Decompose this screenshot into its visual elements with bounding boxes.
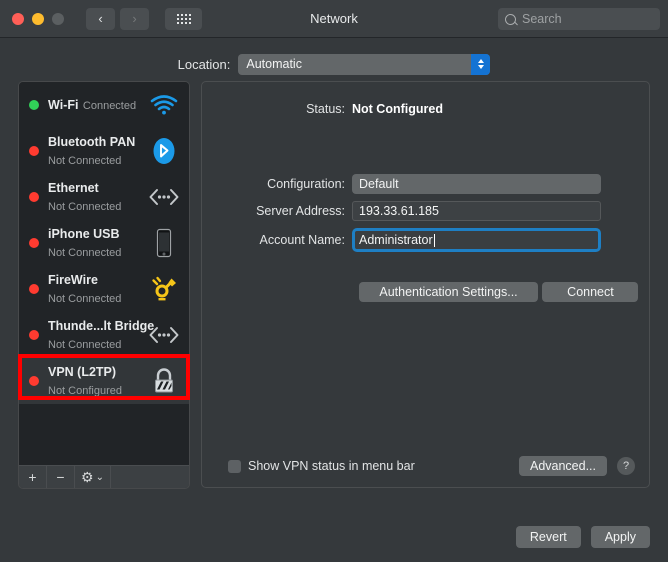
remove-service-button[interactable]: − <box>47 466 75 488</box>
ethernet-icon <box>147 180 181 214</box>
account-name-value: Administrator <box>359 233 433 247</box>
status-value: Not Configured <box>352 102 443 116</box>
service-name: iPhone USB <box>48 227 120 241</box>
revert-button[interactable]: Revert <box>515 526 581 548</box>
advanced-button[interactable]: Advanced... <box>518 456 607 476</box>
authentication-settings-button[interactable]: Authentication Settings... <box>359 282 538 302</box>
service-name: Bluetooth PAN <box>48 135 136 149</box>
service-list[interactable]: Wi-Fi Connected Bluetooth PAN Not Connec… <box>19 82 189 465</box>
help-button[interactable]: ? <box>617 457 635 475</box>
location-label: Location: <box>177 56 231 72</box>
title-bar: ‹ › Network Search <box>0 0 668 38</box>
service-item-vpn-l2tp[interactable]: VPN (L2TP) Not Configured <box>19 358 189 404</box>
configuration-row: Configuration: Default <box>202 174 649 194</box>
server-address-row: Server Address: 193.33.61.185 <box>202 201 649 221</box>
service-status: Not Connected <box>48 339 122 351</box>
service-status: Not Connected <box>48 247 122 259</box>
service-item-firewire[interactable]: FireWire Not Connected <box>19 266 189 312</box>
panel-bottom-row: Show VPN status in menu bar Advanced... … <box>202 456 649 476</box>
search-field[interactable]: Search <box>498 8 660 30</box>
service-item-wifi[interactable]: Wi-Fi Connected <box>19 82 189 128</box>
location-selected-value: Automatic <box>246 57 302 71</box>
status-indicator <box>29 284 39 294</box>
back-button[interactable]: ‹ <box>86 7 115 30</box>
minimize-button[interactable] <box>32 12 44 25</box>
configuration-label: Configuration: <box>267 177 345 191</box>
toolbar-filler <box>111 466 189 488</box>
status-indicator <box>29 330 39 340</box>
status-label: Status: <box>306 102 345 116</box>
service-actions-button[interactable]: ⚙ ⌄ <box>75 466 111 488</box>
apply-button[interactable]: Apply <box>590 526 650 548</box>
server-address-value: 193.33.61.185 <box>359 204 439 218</box>
zoom-button[interactable] <box>52 12 64 25</box>
add-service-button[interactable]: + <box>19 466 47 488</box>
status-indicator <box>29 376 39 386</box>
network-preferences-window: ‹ › Network Search Location: Automatic W… <box>0 0 668 562</box>
service-status: Connected <box>82 100 137 112</box>
status-row: Status: Not Configured <box>202 102 649 116</box>
lock-icon <box>147 364 181 398</box>
account-name-input[interactable]: Administrator <box>352 228 601 252</box>
service-item-iphone-usb[interactable]: iPhone USB Not Connected <box>19 220 189 266</box>
content-area: Wi-Fi Connected Bluetooth PAN Not Connec… <box>0 81 668 489</box>
close-button[interactable] <box>12 12 24 25</box>
window-controls <box>12 12 64 25</box>
chevron-down-icon: ⌄ <box>95 471 104 483</box>
service-name: Ethernet <box>48 181 99 195</box>
service-name: Thunde...lt Bridge <box>48 319 155 333</box>
status-indicator <box>29 100 39 110</box>
text-caret <box>433 233 435 247</box>
forward-button[interactable]: › <box>120 7 149 30</box>
show-vpn-status-checkbox-row[interactable]: Show VPN status in menu bar <box>228 459 415 473</box>
iphone-icon <box>147 226 181 260</box>
firewire-icon <box>147 272 181 306</box>
server-address-input[interactable]: 193.33.61.185 <box>352 201 601 221</box>
show-vpn-status-checkbox[interactable] <box>228 459 241 473</box>
service-item-ethernet[interactable]: Ethernet Not Connected <box>19 174 189 220</box>
service-status: Not Configured <box>48 385 122 397</box>
service-list-toolbar: + − ⚙ ⌄ <box>19 465 189 488</box>
status-indicator <box>29 192 39 202</box>
search-icon <box>505 13 516 25</box>
footer-buttons: Revert Apply <box>515 526 650 548</box>
service-status: Not Connected <box>48 155 122 167</box>
chevron-updown-icon <box>471 53 491 75</box>
service-name: Wi-Fi <box>48 98 79 112</box>
service-list-container: Wi-Fi Connected Bluetooth PAN Not Connec… <box>18 81 190 489</box>
action-buttons: Authentication Settings... Connect <box>202 274 649 302</box>
service-item-bluetooth-pan[interactable]: Bluetooth PAN Not Connected <box>19 128 189 174</box>
wifi-icon <box>147 88 181 122</box>
service-status: Not Connected <box>48 201 122 213</box>
location-row: Location: Automatic <box>0 47 668 81</box>
vpn-details-panel: Status: Not Configured Configuration: De… <box>201 81 650 488</box>
search-placeholder: Search <box>522 12 562 26</box>
show-vpn-status-label: Show VPN status in menu bar <box>248 459 415 473</box>
service-item-thunderbolt-bridge[interactable]: Thunde...lt Bridge Not Connected <box>19 312 189 358</box>
bluetooth-icon <box>147 134 181 168</box>
configuration-selected-value: Default <box>359 177 399 191</box>
account-name-row: Account Name: Administrator <box>202 228 649 252</box>
ethernet-icon <box>147 318 181 352</box>
show-all-button[interactable] <box>165 7 202 30</box>
navigation-buttons: ‹ › <box>86 7 149 30</box>
status-indicator <box>29 146 39 156</box>
panel-bottom-right: Advanced... ? <box>518 456 635 476</box>
service-name: VPN (L2TP) <box>48 365 117 379</box>
service-status: Not Connected <box>48 293 122 305</box>
status-indicator <box>29 238 39 248</box>
configuration-select[interactable]: Default <box>352 174 601 194</box>
server-address-label: Server Address: <box>256 204 345 218</box>
service-name: FireWire <box>48 273 98 287</box>
connect-button[interactable]: Connect <box>542 282 639 302</box>
gear-icon: ⚙ <box>81 468 94 485</box>
location-select[interactable]: Automatic <box>238 53 491 75</box>
account-name-label: Account Name: <box>259 233 345 247</box>
grid-icon <box>176 13 191 24</box>
